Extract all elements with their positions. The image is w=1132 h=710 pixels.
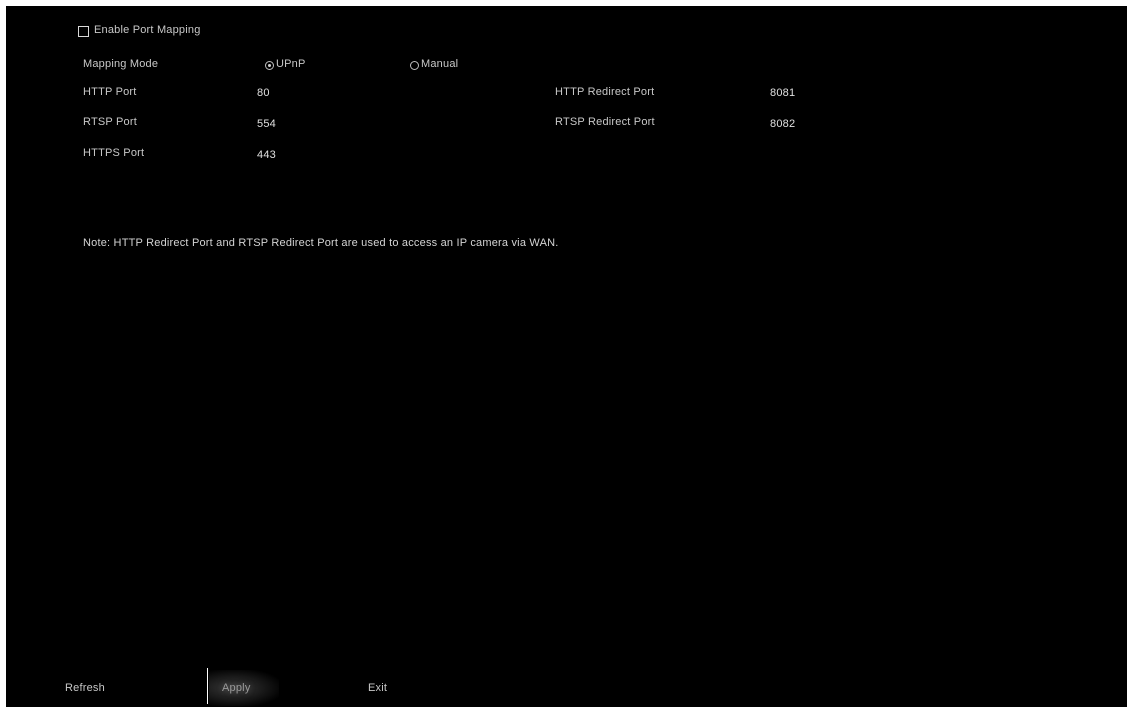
refresh-button[interactable]: Refresh bbox=[65, 682, 105, 694]
mode-manual-radio[interactable] bbox=[410, 61, 419, 70]
exit-button[interactable]: Exit bbox=[368, 682, 387, 694]
footer-divider bbox=[207, 668, 208, 704]
apply-button[interactable]: Apply bbox=[222, 682, 251, 694]
enable-port-mapping-label[interactable]: Enable Port Mapping bbox=[94, 24, 201, 36]
mode-upnp-radio[interactable] bbox=[265, 61, 274, 70]
wan-access-note: Note: HTTP Redirect Port and RTSP Redire… bbox=[83, 237, 559, 249]
http-redirect-port-field[interactable]: 8081 bbox=[770, 87, 795, 99]
http-redirect-port-label: HTTP Redirect Port bbox=[555, 86, 655, 98]
enable-port-mapping-checkbox[interactable] bbox=[78, 26, 89, 37]
rtsp-port-field[interactable]: 554 bbox=[257, 118, 276, 130]
port-mapping-screen: Enable Port Mapping Mapping Mode UPnP Ma… bbox=[6, 6, 1127, 707]
https-port-label: HTTPS Port bbox=[83, 147, 145, 159]
http-port-field[interactable]: 80 bbox=[257, 87, 270, 99]
rtsp-port-label: RTSP Port bbox=[83, 116, 137, 128]
mapping-mode-label: Mapping Mode bbox=[83, 58, 159, 70]
rtsp-redirect-port-label: RTSP Redirect Port bbox=[555, 116, 655, 128]
https-port-field[interactable]: 443 bbox=[257, 149, 276, 161]
http-port-label: HTTP Port bbox=[83, 86, 137, 98]
mode-upnp-label[interactable]: UPnP bbox=[276, 58, 306, 70]
mode-manual-label[interactable]: Manual bbox=[421, 58, 458, 70]
rtsp-redirect-port-field[interactable]: 8082 bbox=[770, 118, 795, 130]
